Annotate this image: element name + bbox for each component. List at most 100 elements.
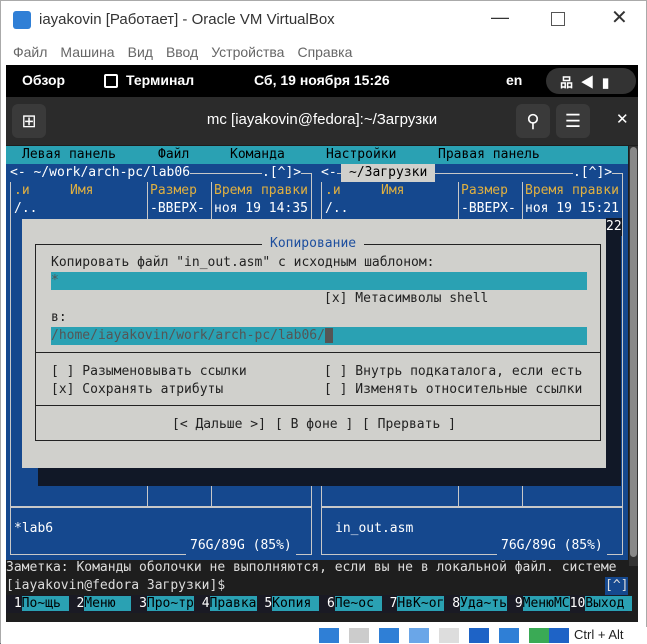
fkey-number: 7 (381, 596, 398, 611)
file-row-up-size: -ВВЕРХ- (461, 201, 516, 216)
fkey-label: Выход (585, 596, 633, 611)
fkey-1[interactable]: 1По~щь (6, 596, 69, 611)
left-panel-history[interactable]: .[^]> (262, 164, 302, 182)
dialog-title: Копирование (262, 235, 365, 253)
maximize-button[interactable] (551, 12, 565, 26)
fkey-number: 4 (193, 596, 210, 611)
abort-button[interactable]: [ Прервать ] (362, 416, 456, 434)
mc-menu-command[interactable]: Команда (230, 146, 285, 164)
preserve-attributes-checkbox[interactable]: [x] Сохранять атрибуты (51, 381, 223, 399)
search-button[interactable]: ⚲ (516, 104, 550, 138)
mc-menu-left[interactable]: Левая панель (22, 146, 116, 164)
destination-input[interactable]: /home/iayakovin/work/arch-pc/lab06/ (51, 327, 587, 345)
continue-button[interactable]: [< Дальше >] (172, 416, 266, 434)
copy-dialog: Копирование Копировать файл "in_out.asm"… (22, 219, 606, 468)
terminal-scrollbar[interactable] (629, 146, 638, 566)
col-name[interactable]: Имя (381, 182, 404, 200)
terminal-window: ⊞ mc [iayakovin@fedora]:~/Загрузки ⚲ ☰ ✕… (6, 97, 638, 622)
col-name[interactable]: Имя (70, 182, 93, 200)
device-icons (319, 628, 569, 643)
fkey-label: НвК~ог (397, 596, 445, 611)
right-panel-history[interactable]: .[^]> (573, 164, 613, 182)
menu-devices[interactable]: Устройства (211, 44, 284, 60)
host-key: Ctrl + Alt (574, 627, 624, 642)
hamburger-menu-button[interactable]: ☰ (556, 104, 590, 138)
file-row-up-time: ноя 19 14:35 (214, 201, 308, 216)
menu-input[interactable]: Ввод (166, 44, 198, 60)
disk-free: 76G/89G (85%) (186, 537, 296, 555)
col-mtime[interactable]: Время правки (525, 182, 619, 200)
menu-view[interactable]: Вид (128, 44, 153, 60)
close-button[interactable]: ✕ (611, 5, 628, 30)
fkey-6[interactable]: 6Пе~ос (319, 596, 382, 611)
fkey-label: Пе~ос (334, 596, 382, 611)
close-terminal-button[interactable]: ✕ (616, 110, 629, 128)
fkey-number: 8 (444, 596, 461, 611)
overview-button[interactable]: Обзор (22, 72, 65, 88)
file-row-up-size: -ВВЕРХ- (150, 201, 205, 216)
virtualbox-window: iayakovin [Работает] - Oracle VM Virtual… (0, 0, 647, 644)
fkey-label: Про~тр (146, 596, 194, 611)
col-size[interactable]: Размер (150, 182, 197, 200)
col-size[interactable]: Размер (461, 182, 508, 200)
mc-menu-options[interactable]: Настройки (326, 146, 396, 164)
text-cursor (324, 328, 333, 343)
file-row-up[interactable]: /.. (325, 200, 348, 218)
menu-machine[interactable]: Машина (60, 44, 114, 60)
fkey-number: 3 (131, 596, 147, 611)
mc-menu-file[interactable]: Файл (158, 146, 189, 164)
prompt-history-button[interactable]: [^] (605, 577, 629, 595)
stable-symlinks-checkbox[interactable]: [ ] Изменять относительные ссылки (324, 381, 582, 399)
battery-icon: ▮ (602, 75, 618, 90)
fkey-3[interactable]: 3Про~тр (131, 596, 194, 611)
fkey-number: 1 (6, 596, 22, 611)
fkey-number: 6 (319, 596, 335, 611)
background-button[interactable]: [ В фоне ] (275, 416, 353, 434)
fkey-8[interactable]: 8Уда~ть (444, 596, 507, 611)
window-title: iayakovin [Работает] - Oracle VM Virtual… (39, 11, 335, 28)
col-ext[interactable]: .и (14, 182, 30, 200)
destination-value: /home/iayakovin/work/arch-pc/lab06/ (51, 328, 325, 343)
mc-menubar: Левая панель Файл Команда Настройки Правая п… (6, 146, 628, 164)
command-prompt[interactable]: [iayakovin@fedora Загрузки]$ (6, 577, 225, 595)
disk-free: 76G/89G (85%) (497, 537, 607, 555)
fkey-label: По~щь (21, 596, 69, 611)
app-menu[interactable]: Терминал (126, 72, 194, 88)
col-ext[interactable]: .и (325, 182, 341, 200)
fkey-label: Уда~ть (460, 596, 507, 611)
fkey-label: МенюMC (522, 596, 570, 611)
terminal-header: ⊞ mc [iayakovin@fedora]:~/Загрузки ⚲ ☰ ✕ (6, 97, 638, 145)
fkey-number: 2 (68, 596, 85, 611)
fkey-2[interactable]: 2Меню (69, 596, 132, 611)
fkey-4[interactable]: 4Правка (194, 596, 257, 611)
system-menu[interactable]: 品◀▮ (546, 68, 636, 94)
shell-patterns-checkbox[interactable]: [x] Метасимволы shell (324, 290, 488, 308)
into-subdir-checkbox[interactable]: [ ] Внутрь подкаталога, если есть (324, 363, 582, 381)
fkey-10[interactable]: 10Выход (570, 596, 633, 611)
fkey-7[interactable]: 7НвК~ог (382, 596, 445, 611)
copy-prompt: Копировать файл "in_out.asm" с исходным … (51, 255, 435, 270)
mc-menu-right[interactable]: Правая панель (438, 146, 540, 164)
panel-arrows[interactable]: <- (10, 165, 26, 180)
col-mtime[interactable]: Время правки (214, 182, 308, 200)
fkey-9[interactable]: 9МенюMC (507, 596, 570, 611)
fkey-5[interactable]: 5Копия (257, 596, 320, 611)
minimize-button[interactable]: — (491, 7, 509, 28)
vbox-menubar: Файл Машина Вид Ввод Устройства Справка (1, 39, 647, 65)
right-panel-path: ~/Загрузки (341, 164, 436, 182)
menu-file[interactable]: Файл (13, 44, 47, 60)
virtualbox-logo-icon (13, 11, 31, 29)
terminal-app-icon (104, 74, 118, 88)
file-time: 22 (606, 218, 622, 236)
menu-help[interactable]: Справка (297, 44, 352, 60)
fkey-label: Правка (209, 596, 257, 611)
file-row-up[interactable]: /.. (14, 200, 37, 218)
fkey-label: Меню (84, 596, 132, 611)
panel-arrows[interactable]: <- (321, 164, 337, 182)
clock[interactable]: Сб, 19 ноября 15:26 (254, 72, 390, 88)
dereference-checkbox[interactable]: [ ] Разыменовывать ссылки (51, 363, 247, 381)
source-mask-input[interactable]: * (51, 272, 587, 290)
keyboard-layout[interactable]: en (506, 72, 522, 88)
fkey-number: 10 (569, 596, 586, 611)
vbox-statusbar: Ctrl + Alt (1, 627, 647, 644)
